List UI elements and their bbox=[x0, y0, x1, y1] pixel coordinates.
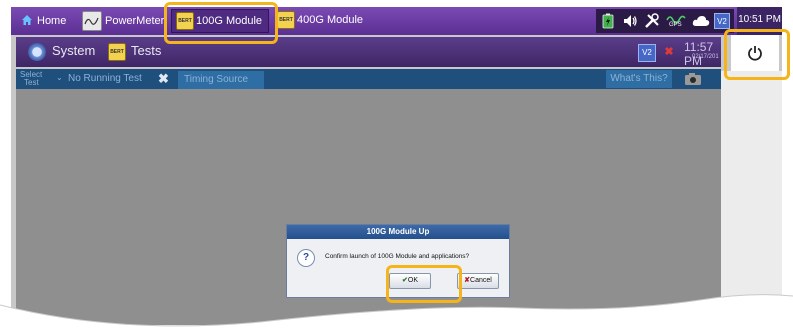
highlight-ok-button bbox=[386, 265, 462, 303]
cancel-button[interactable]: ✘Cancel bbox=[457, 273, 499, 289]
screenshot-frame: Home PowerMeter BERT 100G Module BERT 40… bbox=[0, 0, 793, 333]
tests-tab[interactable]: Tests bbox=[131, 43, 161, 58]
powermeter-button[interactable]: PowerMeter bbox=[105, 11, 164, 31]
gps-indicator: GPS bbox=[666, 11, 688, 31]
module-400g-tab[interactable]: BERT 400G Module bbox=[277, 9, 367, 31]
bert-icon: BERT bbox=[277, 11, 295, 29]
test-tab-bar: Select Test ⌄ No Running Test ✖ Timing S… bbox=[16, 69, 721, 89]
whats-this-button[interactable]: What's This? bbox=[606, 70, 672, 88]
timing-source-tab[interactable]: Timing Source bbox=[178, 71, 264, 89]
app-date: 02/17/201 bbox=[692, 54, 719, 60]
right-side-panel bbox=[721, 71, 782, 325]
home-label: Home bbox=[37, 15, 67, 27]
gps-label: GPS bbox=[669, 22, 682, 28]
home-button[interactable]: Home bbox=[21, 11, 66, 31]
chevron-down-icon[interactable]: ⌄ bbox=[56, 73, 63, 82]
no-running-test-tab[interactable]: No Running Test bbox=[68, 73, 142, 84]
home-icon bbox=[22, 15, 32, 25]
close-test-icon[interactable]: ✖ bbox=[158, 71, 169, 87]
highlight-power-button bbox=[724, 29, 790, 80]
module-400g-label: 400G Module bbox=[297, 14, 364, 26]
dialog-title: 100G Module Up bbox=[287, 225, 509, 239]
tools-icon[interactable] bbox=[644, 13, 660, 29]
system-tab[interactable]: System bbox=[52, 43, 95, 58]
speaker-icon[interactable] bbox=[622, 13, 638, 29]
v2-badge[interactable]: V2 bbox=[638, 44, 656, 62]
powermeter-icon bbox=[82, 11, 102, 31]
battery-icon bbox=[602, 13, 614, 29]
bert-icon: BERT bbox=[108, 43, 126, 61]
dialog-message: Confirm launch of 100G Module and applic… bbox=[325, 253, 470, 260]
cloud-icon[interactable] bbox=[692, 13, 710, 29]
tests-icon[interactable]: BERT bbox=[108, 43, 126, 61]
select-test-line2: Test bbox=[24, 78, 39, 87]
disconnect-icon: ✖ bbox=[664, 46, 674, 58]
app-header: System BERT Tests V2 ✖ 11:57 PM 02/17/20… bbox=[16, 37, 721, 68]
top-taskbar: Home PowerMeter BERT 100G Module BERT 40… bbox=[11, 7, 782, 35]
camera-icon[interactable] bbox=[684, 72, 702, 86]
status-tray: GPS V2 bbox=[596, 9, 734, 33]
v2-badge[interactable]: V2 bbox=[714, 13, 730, 29]
cancel-label: Cancel bbox=[470, 277, 492, 284]
system-gear-icon[interactable] bbox=[28, 43, 46, 61]
highlight-100g-module bbox=[164, 2, 278, 44]
question-icon: ? bbox=[297, 249, 315, 267]
